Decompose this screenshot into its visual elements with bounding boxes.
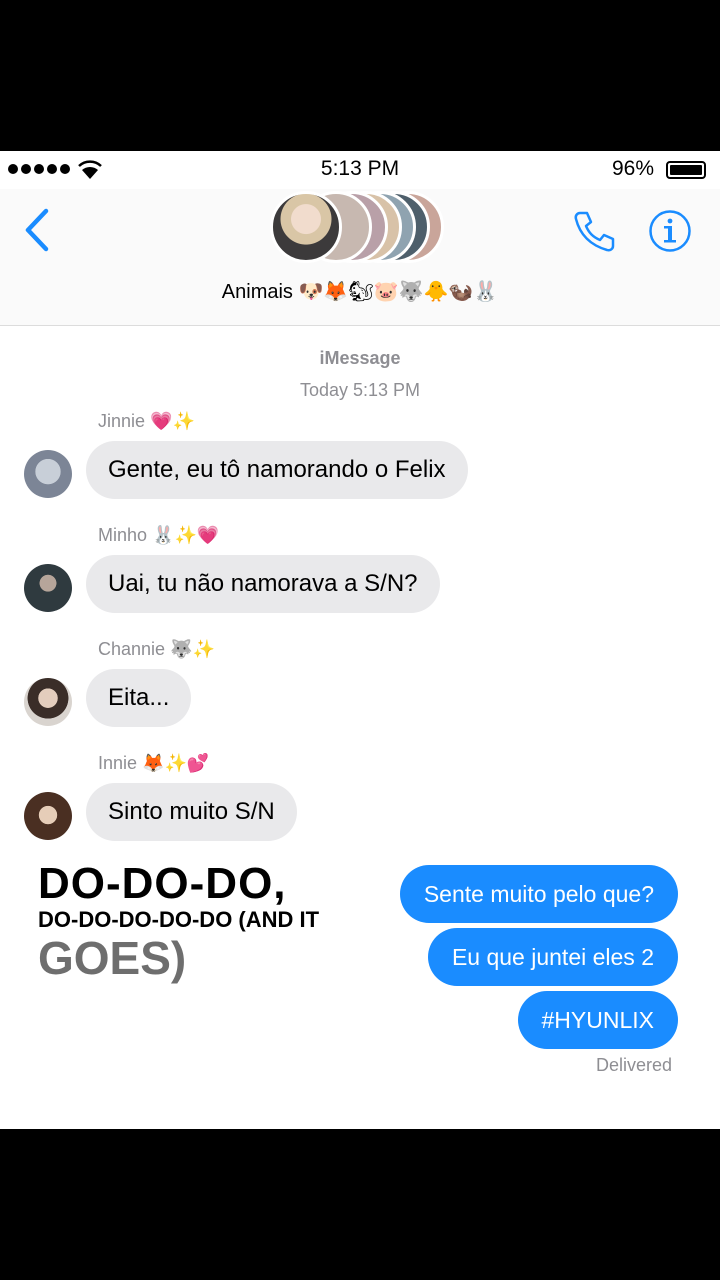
battery-icon: [666, 161, 706, 179]
group-avatars[interactable]: [270, 189, 450, 265]
avatar[interactable]: [24, 678, 72, 726]
info-icon[interactable]: [648, 209, 692, 253]
avatar[interactable]: [24, 792, 72, 840]
group-avatar-1: [270, 191, 342, 263]
outgoing-message-bubble[interactable]: Sente muito pelo que?: [399, 865, 678, 923]
sender-name-minho: Minho 🐰✨💗: [98, 525, 220, 545]
status-bar: 5:13 PM 96%: [0, 151, 720, 189]
delivery-status: Delivered: [595, 1055, 672, 1075]
avatar[interactable]: [24, 564, 72, 612]
incoming-message-bubble[interactable]: Gente, eu tô namorando o Felix: [86, 441, 468, 499]
phone-icon[interactable]: [570, 207, 618, 255]
back-chevron-icon[interactable]: [20, 205, 54, 255]
caption-line-3: GOES): [38, 932, 187, 984]
avatar[interactable]: [24, 450, 72, 498]
service-label: iMessage: [319, 348, 401, 368]
conversation-header: Animais 🐶🦊🐿🐷🐺🐥🦦🐰: [0, 189, 720, 326]
caption-line-2: DO-DO-DO-DO-DO (AND IT: [38, 907, 320, 932]
outgoing-message-bubble[interactable]: Eu que juntei eles 2: [427, 928, 678, 986]
battery-percentage: 96%: [611, 157, 654, 180]
sender-name-jinnie: Jinnie 💗✨: [98, 411, 195, 431]
sender-name-innie: Innie 🦊✨💕: [98, 753, 210, 773]
group-name[interactable]: Animais 🐶🦊🐿🐷🐺🐥🦦🐰: [0, 279, 720, 304]
outgoing-message-bubble[interactable]: #HYUNLIX: [517, 991, 678, 1049]
conversation-timestamp: Today 5:13 PM: [299, 380, 421, 400]
sender-name-channie: Channie 🐺✨: [98, 639, 215, 659]
incoming-message-bubble[interactable]: Uai, tu não namorava a S/N?: [86, 555, 440, 613]
caption-line-1: DO-DO-DO,: [38, 859, 287, 908]
incoming-message-bubble[interactable]: Sinto muito S/N: [86, 783, 297, 841]
incoming-message-bubble[interactable]: Eita...: [86, 669, 192, 727]
messages-screen: 5:13 PM 96% Animais 🐶🦊🐿🐷🐺🐥🦦🐰 iMessage To…: [0, 151, 720, 1129]
